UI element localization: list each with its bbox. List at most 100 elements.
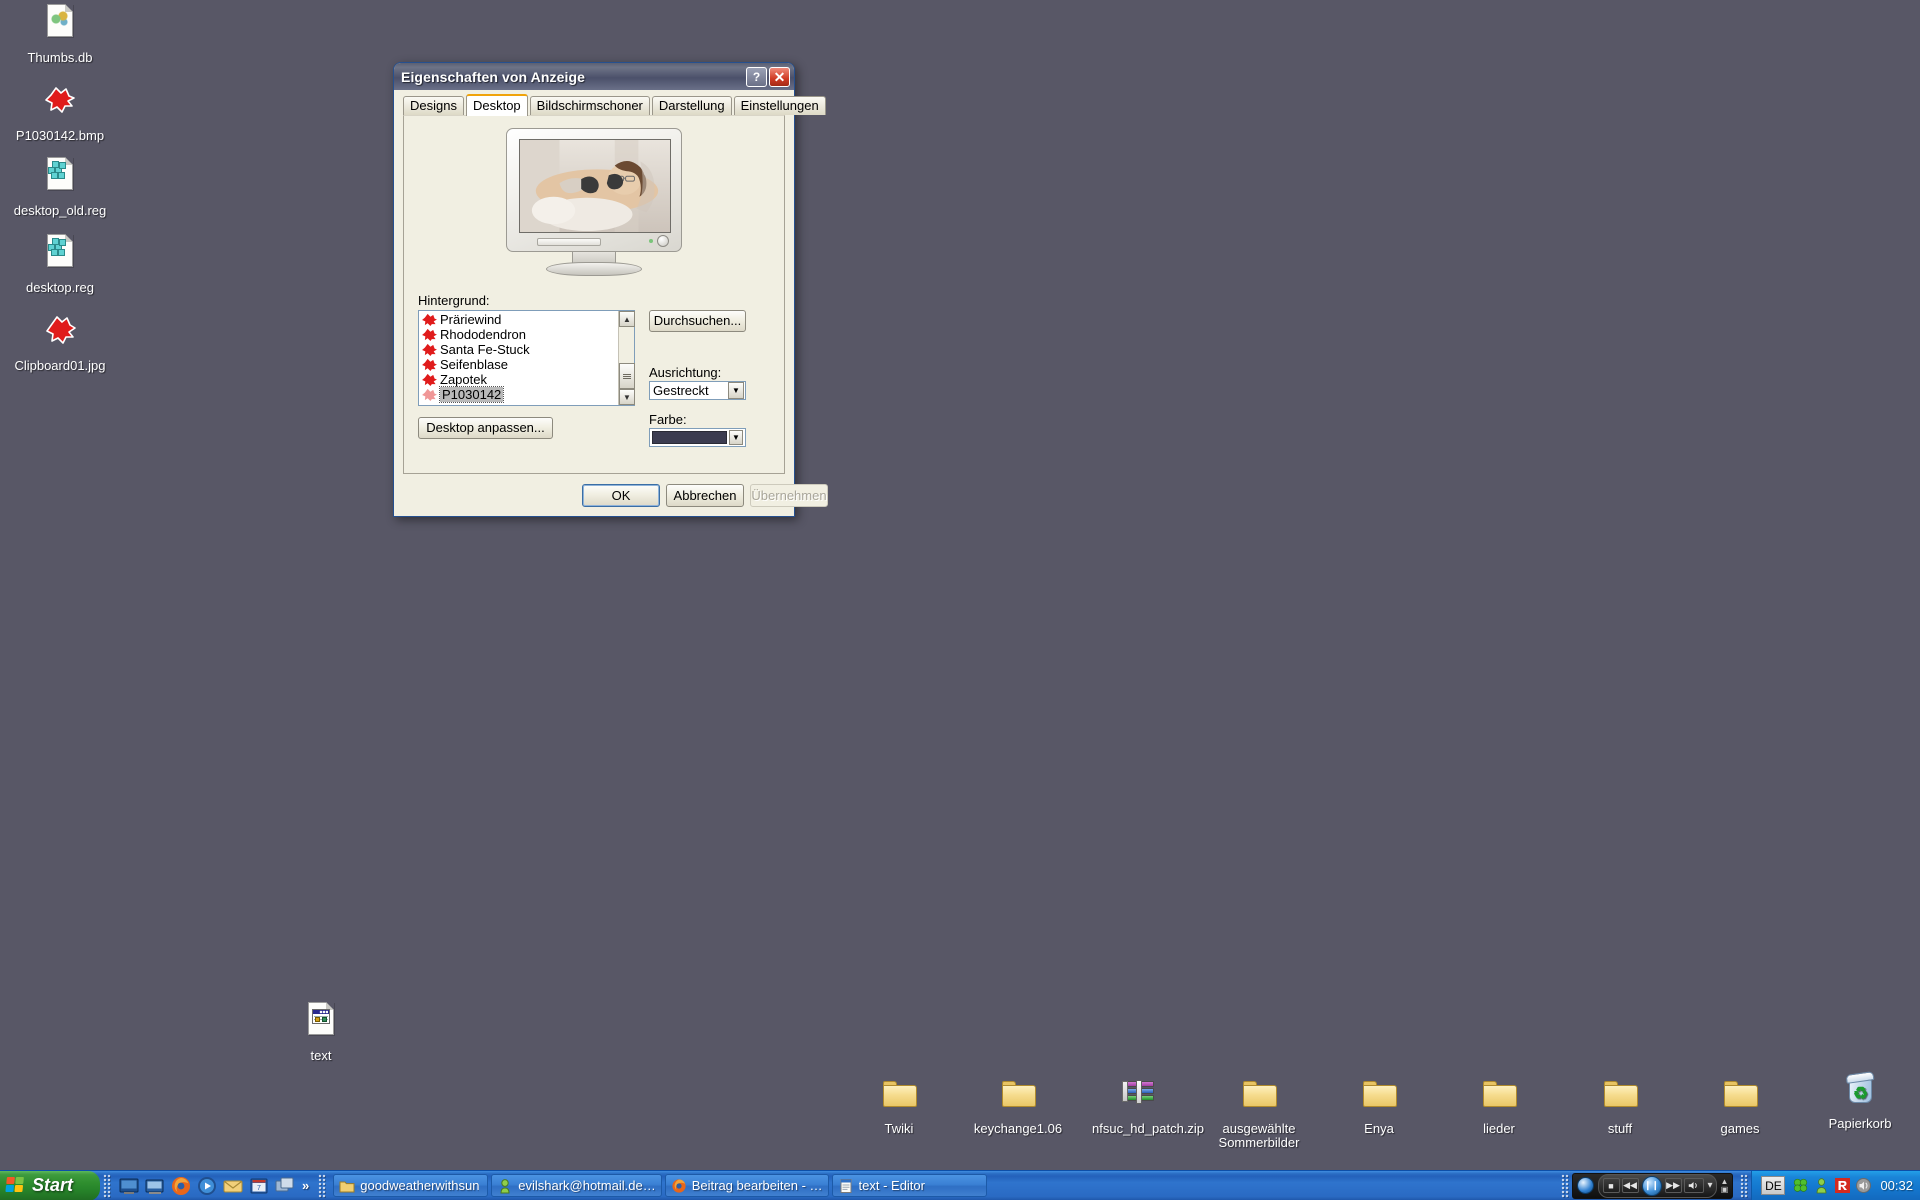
desktop-icon-p1030142-bmp[interactable]: P1030142.bmp	[12, 80, 108, 143]
list-item[interactable]: Präriewind	[419, 312, 618, 327]
windows-media-player-toolbar[interactable]: ■ ◀◀ ❙❙ ▶▶ ▾ ▲ ▣	[1571, 1172, 1734, 1199]
start-button[interactable]: Start	[0, 1170, 100, 1200]
stop-button[interactable]: ■	[1602, 1178, 1620, 1193]
desktop-icon-twiki[interactable]: Twiki	[851, 1073, 947, 1136]
volume-icon[interactable]	[1855, 1177, 1872, 1194]
deskband-size-controls[interactable]: ▲ ▣	[1721, 1177, 1729, 1194]
desktop-icon-desktop-old-reg[interactable]: desktop_old.reg	[12, 155, 108, 218]
clover-icon[interactable]	[1792, 1177, 1809, 1194]
calendar-icon[interactable]: 7	[248, 1175, 270, 1197]
help-button[interactable]: ?	[746, 66, 767, 87]
folder-icon	[996, 1073, 1040, 1117]
desktop-icon-desktop-reg[interactable]: desktop.reg	[12, 232, 108, 295]
taskband-grip[interactable]	[318, 1173, 327, 1198]
ok-button[interactable]: OK	[582, 484, 660, 507]
desktop-icon-enya[interactable]: Enya	[1331, 1073, 1427, 1136]
media-player-icon[interactable]	[196, 1175, 218, 1197]
desktop-icon-nfsuc-hd-patch-zip[interactable]: nfsuc_hd_patch.zip	[1091, 1073, 1204, 1136]
background-listbox[interactable]: Präriewind Rhododendron Santa Fe-Stuck S…	[418, 310, 635, 406]
volume-dropdown-arrow[interactable]: ▾	[1708, 1180, 1713, 1191]
next-button[interactable]: ▶▶	[1664, 1178, 1682, 1193]
desktop-icon-lieder[interactable]: lieder	[1451, 1073, 1547, 1136]
deskband-grip[interactable]	[1560, 1173, 1569, 1198]
customize-desktop-button[interactable]: Desktop anpassen...	[418, 417, 553, 439]
list-item[interactable]: Zapotek	[419, 372, 618, 387]
desktop-icon-label: P1030142.bmp	[15, 128, 105, 143]
background-list-items[interactable]: Präriewind Rhododendron Santa Fe-Stuck S…	[419, 311, 618, 405]
taskbar-button-text-editor[interactable]: text - Editor	[831, 1174, 987, 1197]
wallpaper-file-icon	[422, 388, 437, 401]
wallpaper-file-icon	[422, 313, 437, 326]
desktop-icon-games[interactable]: games	[1692, 1073, 1788, 1136]
volume-icon[interactable]	[1683, 1178, 1704, 1193]
dialog-titlebar[interactable]: Eigenschaften von Anzeige ? ✕	[394, 63, 794, 90]
tab-designs[interactable]: Designs	[403, 96, 464, 115]
desktop-icon-stuff[interactable]: stuff	[1572, 1073, 1668, 1136]
wallpaper-file-icon	[422, 328, 437, 341]
taskbar[interactable]: Start 7 » goodweatherwithsun evilshark@h…	[0, 1170, 1920, 1200]
monitor-case	[506, 128, 682, 252]
chevron-down-icon[interactable]: ▼	[728, 382, 744, 399]
taskbar-button-beitrag-bearbeiten[interactable]: Beitrag bearbeiten - …	[664, 1174, 829, 1197]
taskbar-button-evilshark-hotmail[interactable]: evilshark@hotmail.de…	[491, 1174, 662, 1197]
tray-grip[interactable]	[1740, 1173, 1749, 1198]
quicklaunch-overflow-button[interactable]: »	[302, 1178, 309, 1193]
media-transport-controls[interactable]: ■ ◀◀ ❙❙ ▶▶ ▾	[1597, 1173, 1717, 1198]
person-icon[interactable]	[1813, 1177, 1830, 1194]
desktop-icon-ausgewaehlte-sommerbilder[interactable]: ausgewählte Sommerbilder	[1204, 1073, 1314, 1150]
antivirus-icon[interactable]	[1834, 1177, 1851, 1194]
desktop-icon-text[interactable]: text	[273, 1000, 369, 1063]
list-item[interactable]: Rhododendron	[419, 327, 618, 342]
task-window-buttons[interactable]: goodweatherwithsun evilshark@hotmail.de……	[329, 1171, 1557, 1200]
wallpaper-photo	[520, 140, 670, 232]
desktop-icon-keychange106[interactable]: keychange1.06	[970, 1073, 1066, 1136]
list-item[interactable]: Seifenblase	[419, 357, 618, 372]
position-combobox[interactable]: Gestreckt ▼	[649, 381, 746, 400]
desktop-icon-clipboard01-jpg[interactable]: Clipboard01.jpg	[12, 310, 108, 373]
media-player-orb-icon[interactable]	[1576, 1177, 1594, 1194]
taskbar-button-label: goodweatherwithsun	[360, 1178, 480, 1193]
tab-bildschirmschoner[interactable]: Bildschirmschoner	[529, 96, 650, 115]
tab-desktop[interactable]: Desktop	[465, 94, 528, 116]
desktop-icon-label: ausgewählte Sommerbilder	[1218, 1121, 1300, 1150]
list-item[interactable]: Santa Fe-Stuck	[419, 342, 618, 357]
scroll-up-button[interactable]: ▲	[619, 311, 635, 327]
firefox-icon[interactable]	[170, 1175, 192, 1197]
desktop-icon-thumbs-db[interactable]: Thumbs.db	[12, 2, 108, 65]
color-picker[interactable]: ▼	[649, 428, 746, 447]
close-button[interactable]: ✕	[769, 66, 790, 87]
quick-launch-bar[interactable]: 7 »	[114, 1171, 315, 1200]
cancel-button[interactable]: Abbrechen	[666, 484, 744, 507]
window-switch-icon[interactable]	[274, 1175, 296, 1197]
pause-button[interactable]: ❙❙	[1641, 1175, 1662, 1196]
tab-einstellungen[interactable]: Einstellungen	[733, 96, 826, 115]
scroll-down-button[interactable]: ▼	[619, 389, 635, 405]
chevron-down-icon[interactable]: ▼	[729, 430, 743, 445]
desktop-icon-papierkorb[interactable]: ♻ Papierkorb	[1812, 1068, 1908, 1131]
list-item-selected[interactable]: P1030142	[419, 386, 618, 403]
system-tray[interactable]: DE 00:32	[1751, 1170, 1920, 1200]
display-properties-dialog[interactable]: Eigenschaften von Anzeige ? ✕ Designs De…	[393, 62, 828, 517]
notepad-icon	[838, 1178, 854, 1194]
language-indicator[interactable]: DE	[1761, 1176, 1786, 1195]
desktop-icon-label: Twiki	[884, 1121, 914, 1136]
browse-button[interactable]: Durchsuchen...	[649, 310, 746, 332]
tab-darstellung[interactable]: Darstellung	[651, 96, 732, 115]
folder-window-icon	[339, 1178, 355, 1194]
chevron-down-icon: ▼	[623, 392, 631, 402]
mail-icon[interactable]	[222, 1175, 244, 1197]
folder-icon	[1357, 1073, 1401, 1117]
monitor-strip	[537, 238, 601, 246]
background-label: Hintergrund:	[418, 293, 490, 308]
restore-icon[interactable]: ▣	[1721, 1185, 1729, 1194]
previous-button[interactable]: ◀◀	[1621, 1178, 1639, 1193]
dialog-tabstrip[interactable]: Designs Desktop Bildschirmschoner Darste…	[394, 93, 826, 116]
taskbar-button-goodweatherwithsun[interactable]: goodweatherwithsun	[333, 1174, 489, 1197]
desktop[interactable]: Thumbs.db P1030142.bmp desktop_old.reg d…	[0, 0, 1920, 1200]
quicklaunch-grip[interactable]	[103, 1173, 111, 1198]
listbox-scrollbar[interactable]: ▲ ▼	[618, 311, 635, 405]
scrollbar-thumb[interactable]	[619, 363, 635, 389]
show-desktop-icon[interactable]	[118, 1175, 140, 1197]
minimize-windows-icon[interactable]	[144, 1175, 166, 1197]
taskbar-clock[interactable]: 00:32	[1880, 1178, 1913, 1193]
